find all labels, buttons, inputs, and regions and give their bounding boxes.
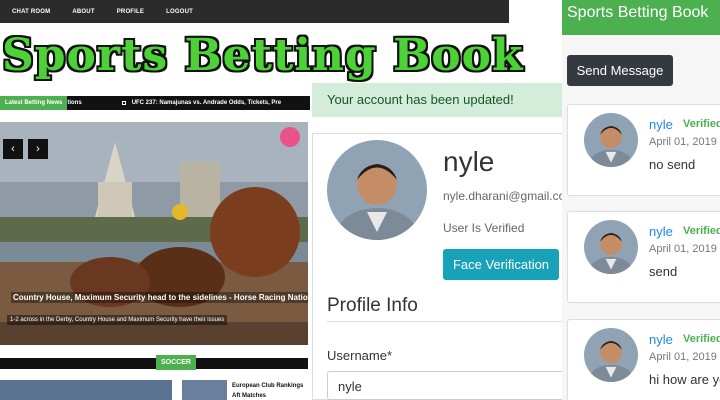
username-field[interactable]: nyle: [327, 371, 564, 400]
section-label: SOCCER: [156, 355, 196, 370]
nav-about[interactable]: ABOUT: [72, 9, 94, 15]
message-username[interactable]: nyle: [649, 332, 673, 347]
verified-badge: Verified: [683, 333, 720, 345]
message-date: April 01, 2019: [649, 243, 717, 255]
nav-logout[interactable]: LOGOUT: [166, 9, 193, 15]
profile-email: nyle.dharani@gmail.com: [443, 189, 564, 203]
verified-badge: Verified: [683, 118, 720, 130]
article-thumbnail[interactable]: [0, 380, 172, 400]
message-username[interactable]: nyle: [649, 224, 673, 239]
avatar: [584, 328, 638, 382]
chevron-right-icon[interactable]: ›: [28, 139, 48, 159]
divider: [327, 321, 564, 322]
news-ticker: Latest Betting News tions UFC 237: Namaj…: [0, 96, 310, 110]
top-nav: CHAT ROOM ABOUT PROFILE LOGOUT: [0, 0, 509, 23]
chat-message: nyle Verified April 01, 2019 hi how are …: [567, 319, 720, 400]
profile-username: nyle: [443, 146, 495, 177]
username-label: Username*: [327, 348, 393, 363]
article-thumbnail[interactable]: [182, 380, 227, 400]
section-divider: [0, 358, 308, 369]
hero-subtitle: 1-2 across in the Derby, Country House a…: [7, 315, 228, 325]
message-date: April 01, 2019: [649, 136, 717, 148]
avatar: [584, 113, 638, 167]
message-text: hi how are yo: [649, 372, 720, 387]
chat-title: Sports Betting Book: [562, 0, 720, 35]
verification-status: User Is Verified: [443, 221, 525, 235]
message-username[interactable]: nyle: [649, 117, 673, 132]
nav-chat-room[interactable]: CHAT ROOM: [12, 9, 50, 15]
avatar: [584, 220, 638, 274]
chevron-left-icon[interactable]: ‹: [3, 139, 23, 159]
ticker-item[interactable]: UFC 237: Namajunas vs. Andrade Odds, Tic…: [132, 100, 281, 106]
send-message-button[interactable]: Send Message: [567, 55, 673, 86]
message-date: April 01, 2019: [649, 351, 717, 363]
nav-profile[interactable]: PROFILE: [117, 9, 144, 15]
face-verification-button[interactable]: Face Verification: [443, 249, 559, 280]
site-logo[interactable]: Sports Betting Book: [2, 30, 523, 81]
ticker-item[interactable]: tions: [67, 100, 81, 106]
section-title: Profile Info: [327, 295, 418, 316]
article-title[interactable]: European Club Rankings Aft Matches: [232, 381, 312, 400]
chat-message: nyle Verified April 01, 2019 send: [567, 211, 720, 303]
hero-slider[interactable]: ‹ › Country House, Maximum Security head…: [0, 122, 308, 345]
hero-title[interactable]: Country House, Maximum Security head to …: [11, 292, 308, 303]
verified-badge: Verified: [683, 225, 720, 237]
avatar: [327, 140, 427, 240]
message-text: no send: [649, 157, 696, 172]
ticker-label: Latest Betting News: [0, 96, 68, 110]
screenshot: CHAT ROOM ABOUT PROFILE LOGOUT Sports Be…: [0, 0, 720, 400]
success-alert: Your account has been updated!: [312, 83, 564, 117]
message-text: send: [649, 264, 678, 279]
chat-message: nyle Verified April 01, 2019 no send: [567, 104, 720, 196]
ticker-separator-icon: [121, 101, 126, 105]
